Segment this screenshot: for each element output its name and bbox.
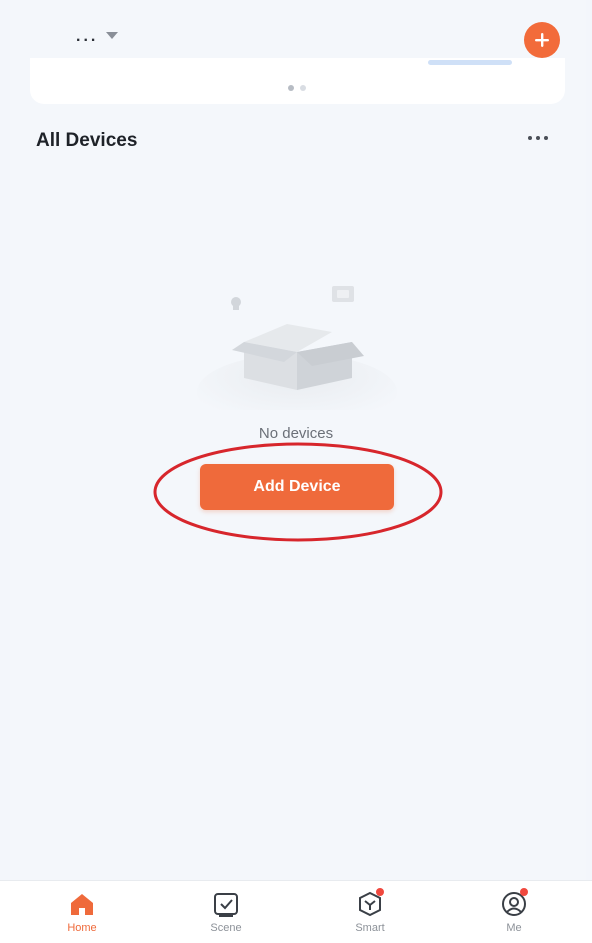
page-dot-active [288, 85, 294, 91]
page-indicator [288, 85, 306, 91]
add-device-button[interactable]: Add Device [200, 464, 394, 510]
home-name: ... [76, 28, 99, 45]
empty-message: No devices [258, 425, 334, 442]
more-options-button[interactable] [528, 130, 548, 146]
bottom-tab-bar: Home Scene Smart Me [0, 880, 592, 943]
tab-scene[interactable]: Scene [196, 881, 256, 943]
banner-image [428, 60, 512, 65]
tab-scene-label: Scene [210, 922, 242, 934]
notification-badge [520, 888, 528, 896]
scene-checkbox-icon [214, 893, 238, 917]
empty-box-icon [197, 286, 397, 410]
tab-me[interactable]: Me [484, 881, 544, 943]
add-button[interactable] [524, 22, 560, 58]
home-icon [71, 894, 93, 915]
tab-smart-label: Smart [355, 922, 385, 934]
tab-home-label: Home [67, 922, 97, 934]
home-selector[interactable]: ... [76, 28, 119, 46]
tab-smart[interactable]: Smart [340, 881, 400, 943]
section-title: All Devices [36, 130, 138, 151]
tab-me-label: Me [506, 922, 522, 934]
notification-badge [376, 888, 384, 896]
banner-carousel[interactable] [30, 58, 565, 104]
page-dot [300, 85, 306, 91]
more-dot [528, 136, 532, 140]
tab-home[interactable]: Home [52, 881, 112, 943]
plus-icon [535, 33, 549, 47]
more-dot [544, 136, 548, 140]
more-dot [536, 136, 540, 140]
chevron-down-icon [106, 31, 119, 39]
